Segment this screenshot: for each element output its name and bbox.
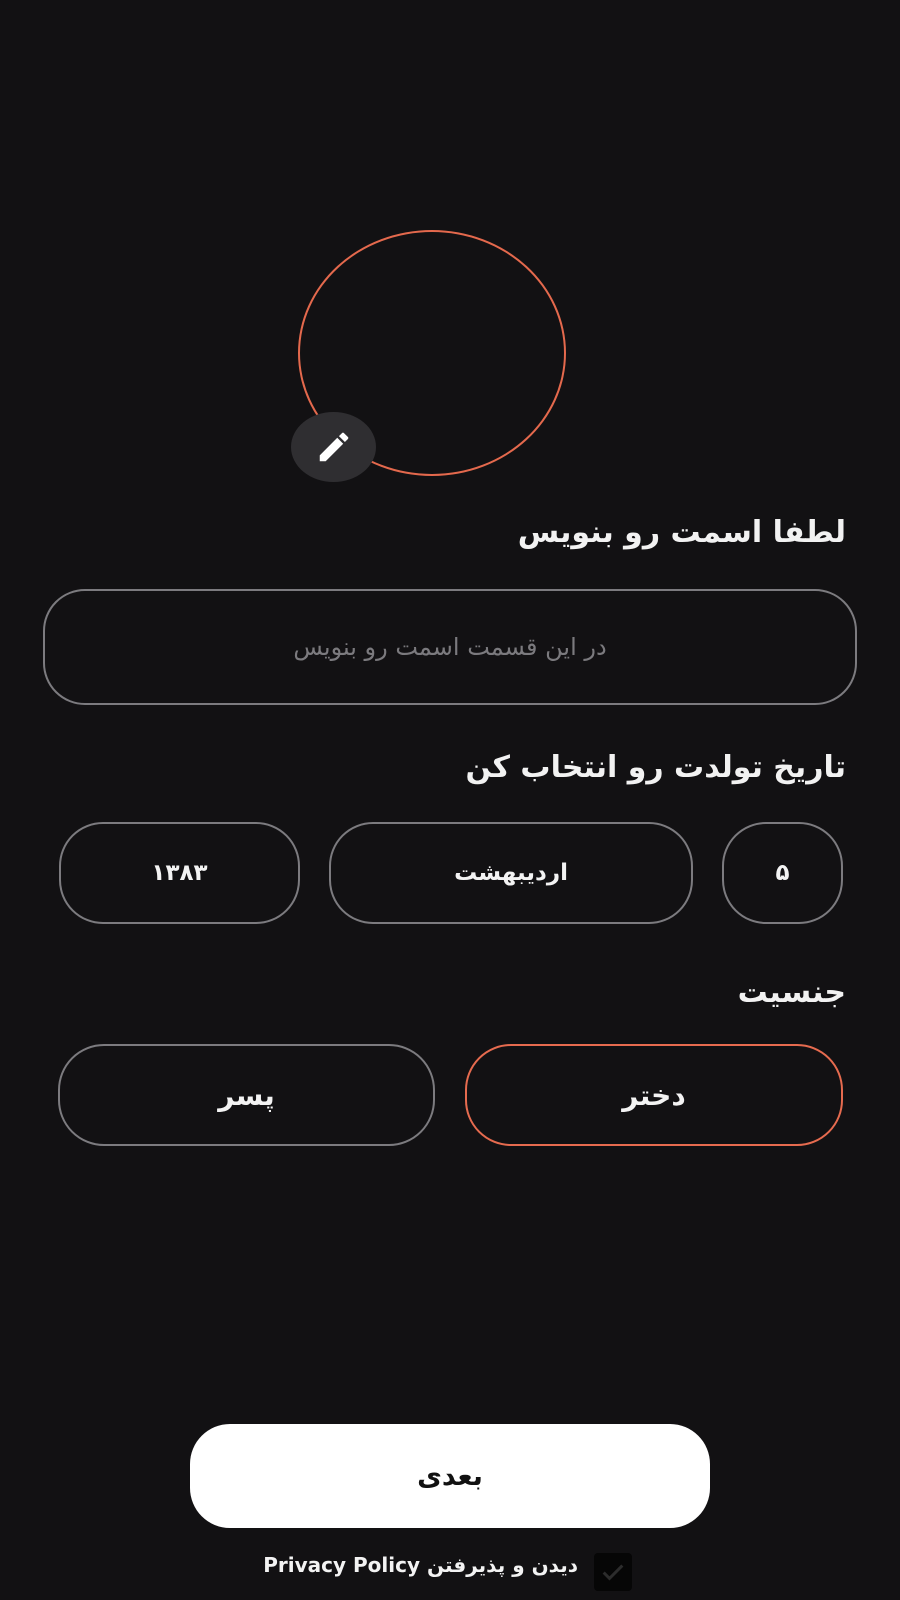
gender-option-girl[interactable]: دختر	[465, 1044, 843, 1146]
privacy-policy-link[interactable]: دیدن و پذیرفتن Privacy Policy	[263, 1553, 578, 1577]
name-input[interactable]	[43, 589, 857, 705]
next-button-label: بعدی	[417, 1460, 483, 1492]
check-icon	[602, 1564, 624, 1581]
birth-year-value: ۱۳۸۳	[151, 860, 208, 886]
birth-month-picker[interactable]: اردیبهشت	[329, 822, 693, 924]
birth-day-picker[interactable]: ۵	[722, 822, 843, 924]
birth-year-picker[interactable]: ۱۳۸۳	[59, 822, 300, 924]
birth-day-value: ۵	[775, 860, 790, 886]
gender-option-girl-label: دختر	[622, 1078, 686, 1112]
next-button[interactable]: بعدی	[190, 1424, 710, 1528]
edit-avatar-button[interactable]	[291, 412, 376, 482]
birth-month-value: اردیبهشت	[454, 860, 568, 886]
birthdate-label: تاریخ تولدت رو انتخاب کن	[465, 750, 846, 785]
gender-option-boy-label: پسر	[218, 1078, 275, 1112]
privacy-policy-checkbox[interactable]	[594, 1553, 632, 1591]
pencil-icon	[319, 432, 348, 462]
gender-label: جنسیت	[737, 975, 846, 1010]
name-label: لطفا اسمت رو بنویس	[517, 515, 846, 550]
gender-option-boy[interactable]: پسر	[58, 1044, 435, 1146]
